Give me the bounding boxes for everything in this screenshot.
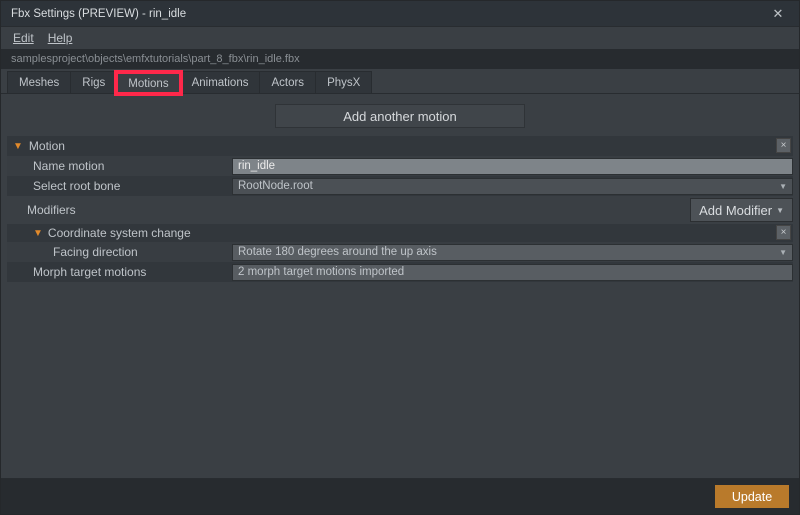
morph-target-motions-value: 2 morph target motions imported: [232, 264, 793, 281]
select-root-bone-label: Select root bone: [7, 179, 232, 193]
main-panel: Add another motion ▼ Motion × Name motio…: [1, 94, 799, 478]
morph-target-motions-label: Morph target motions: [7, 265, 232, 279]
coordinate-system-change-close-icon[interactable]: ×: [776, 225, 791, 240]
tab-meshes[interactable]: Meshes: [7, 71, 71, 93]
row-modifiers: Modifiers Add Modifier ▼: [7, 196, 793, 224]
motion-section-title: Motion: [29, 139, 65, 153]
add-modifier-dropdown-icon: ▼: [776, 206, 784, 215]
file-path: samplesproject\objects\emfxtutorials\par…: [11, 53, 300, 65]
add-modifier-button[interactable]: Add Modifier ▼: [690, 198, 793, 222]
name-motion-input[interactable]: [232, 158, 793, 175]
select-root-bone-value: RootNode.root: [238, 180, 313, 192]
row-morph-target-motions: Morph target motions 2 morph target moti…: [7, 262, 793, 282]
window-title: Fbx Settings (PREVIEW) - rin_idle: [11, 8, 186, 20]
facing-direction-dropdown[interactable]: Rotate 180 degrees around the up axis ▼: [232, 244, 793, 261]
modifiers-label: Modifiers: [27, 203, 76, 217]
close-icon[interactable]: ✕: [763, 6, 793, 22]
footer-bar: Update: [1, 478, 799, 514]
motion-section-header[interactable]: ▼ Motion ×: [7, 136, 793, 156]
tab-motions[interactable]: Motions: [116, 72, 180, 94]
tab-animations[interactable]: Animations: [180, 71, 261, 93]
menubar: Edit Help: [1, 27, 799, 49]
row-select-root-bone: Select root bone RootNode.root ▼: [7, 176, 793, 196]
tab-actors[interactable]: Actors: [259, 71, 316, 93]
dropdown-triangle-icon: ▼: [779, 248, 787, 257]
motion-section-close-icon[interactable]: ×: [776, 138, 791, 153]
coordinate-system-change-header[interactable]: ▼ Coordinate system change ×: [7, 224, 793, 242]
facing-direction-value: Rotate 180 degrees around the up axis: [238, 246, 437, 258]
coordinate-system-change-title: Coordinate system change: [48, 226, 191, 240]
tab-physx[interactable]: PhysX: [315, 71, 372, 93]
add-another-motion-button[interactable]: Add another motion: [275, 104, 525, 128]
facing-direction-label: Facing direction: [7, 245, 232, 259]
titlebar: Fbx Settings (PREVIEW) - rin_idle ✕: [1, 1, 799, 27]
select-root-bone-dropdown[interactable]: RootNode.root ▼: [232, 178, 793, 195]
file-path-bar: samplesproject\objects\emfxtutorials\par…: [1, 49, 799, 69]
add-motion-row: Add another motion: [7, 98, 793, 136]
update-button[interactable]: Update: [715, 485, 789, 508]
menu-edit[interactable]: Edit: [13, 31, 34, 45]
caret-down-icon: ▼: [33, 228, 43, 239]
tab-rigs[interactable]: Rigs: [70, 71, 117, 93]
dropdown-triangle-icon: ▼: [779, 182, 787, 191]
row-facing-direction: Facing direction Rotate 180 degrees arou…: [7, 242, 793, 262]
fbx-settings-window: Fbx Settings (PREVIEW) - rin_idle ✕ Edit…: [0, 0, 800, 515]
menu-help[interactable]: Help: [48, 31, 73, 45]
tabs: Meshes Rigs Motions Animations Actors Ph…: [1, 69, 799, 94]
row-name-motion: Name motion: [7, 156, 793, 176]
add-modifier-label: Add Modifier: [699, 203, 772, 218]
name-motion-label: Name motion: [7, 159, 232, 173]
caret-down-icon: ▼: [13, 141, 23, 152]
